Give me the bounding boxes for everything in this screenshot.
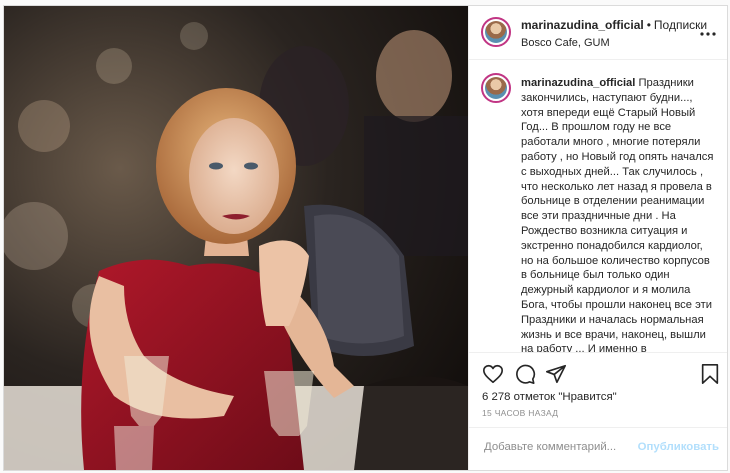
header-user-line: marinazudina_official • Подписки: [521, 18, 707, 32]
likes-count[interactable]: 6 278 отметок "Нравится": [482, 391, 617, 403]
bookmark-icon[interactable]: [699, 363, 721, 385]
caption-text: marinazudina_official Праздники закончил…: [521, 76, 717, 353]
share-icon[interactable]: [545, 363, 567, 385]
comment-input[interactable]: [482, 440, 636, 454]
comment-icon[interactable]: [514, 363, 536, 385]
caption-area: marinazudina_official Праздники закончил…: [469, 61, 727, 353]
post-photo[interactable]: [4, 6, 468, 470]
caption-username[interactable]: marinazudina_official: [521, 77, 635, 89]
avatar[interactable]: [481, 17, 511, 47]
publish-button[interactable]: Опубликовать: [638, 441, 719, 453]
caption-body: Праздники закончились, наступают будни..…: [521, 77, 714, 353]
comment-bar: Опубликовать: [469, 427, 727, 470]
action-bar: [469, 356, 727, 392]
caption-avatar[interactable]: [481, 73, 511, 103]
location-link[interactable]: Bosco Cafe, GUM: [521, 37, 610, 49]
post-sidebar: marinazudina_official • Подписки Bosco Caf…: [468, 6, 727, 470]
more-horizontal-icon[interactable]: [700, 26, 716, 36]
post-timestamp[interactable]: 15 ЧАСОВ НАЗАД: [482, 408, 558, 418]
header-username[interactable]: marinazudina_official: [521, 18, 644, 32]
post-header: marinazudina_official • Подписки Bosco Caf…: [469, 6, 727, 60]
separator-dot: •: [646, 18, 651, 32]
instagram-post: marinazudina_official • Подписки Bosco Caf…: [3, 5, 728, 471]
heart-icon[interactable]: [482, 363, 504, 385]
